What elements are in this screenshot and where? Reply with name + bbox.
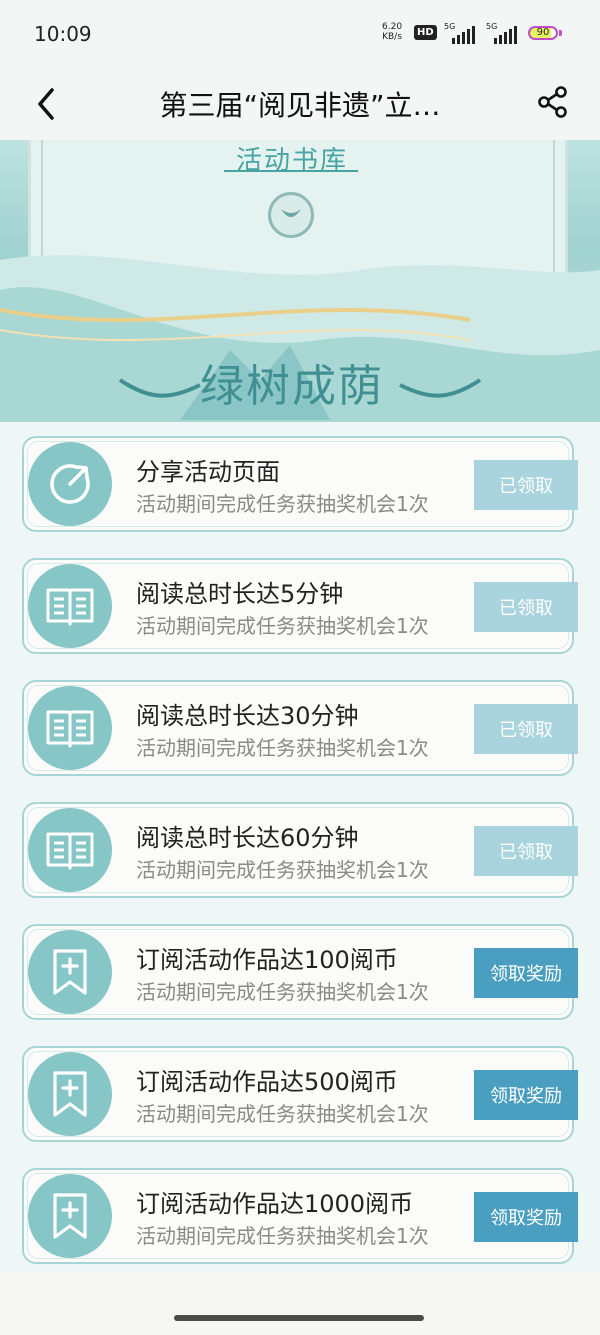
task-description: 活动期间完成任务获抽奖机会1次 [136, 736, 429, 760]
task-title: 阅读总时长达5分钟 [136, 580, 344, 608]
task-title: 订阅活动作品达100阅币 [136, 946, 398, 974]
task-card: 分享活动页面 活动期间完成任务获抽奖机会1次 已领取 [22, 436, 578, 532]
task-description: 活动期间完成任务获抽奖机会1次 [136, 614, 429, 638]
task-title: 阅读总时长达30分钟 [136, 702, 359, 730]
status-bar: 10:09 6.20 KB/s HD 5G 5G 90 [0, 0, 600, 70]
task-icon-circle [28, 930, 112, 1014]
page-title: 第三届“阅见非遗”立… [159, 89, 441, 122]
claim-reward-button[interactable]: 领取奖励 [474, 1192, 578, 1242]
share-button[interactable] [536, 85, 570, 119]
task-list: 分享活动页面 活动期间完成任务获抽奖机会1次 已领取 阅读总时长达5分钟 活动期… [0, 422, 600, 1272]
activity-banner: 活动书库 绿树成荫 [0, 140, 600, 422]
task-description: 活动期间完成任务获抽奖机会1次 [136, 492, 429, 516]
share-icon [538, 86, 567, 118]
signal-icon-1: 5G [444, 22, 478, 44]
book-icon [46, 588, 94, 626]
chevron-down-icon [281, 209, 301, 217]
task-title: 分享活动页面 [136, 458, 280, 486]
task-card: 订阅活动作品达500阅币 活动期间完成任务获抽奖机会1次 领取奖励 [22, 1046, 578, 1142]
task-icon-circle [28, 564, 112, 648]
bottom-decoration [0, 1272, 600, 1335]
task-icon-circle [28, 1174, 112, 1258]
claim-reward-button[interactable]: 领取奖励 [474, 948, 578, 998]
library-underline [224, 170, 358, 172]
task-icon-circle [28, 808, 112, 892]
chevron-left-icon [38, 88, 54, 120]
nav-bar: 第三届“阅见非遗”立… [0, 70, 600, 140]
network-speed: 6.20 KB/s [382, 22, 403, 42]
task-card: 阅读总时长达5分钟 活动期间完成任务获抽奖机会1次 已领取 [22, 558, 578, 654]
task-description: 活动期间完成任务获抽奖机会1次 [136, 858, 429, 882]
claim-reward-button[interactable]: 领取奖励 [474, 1070, 578, 1120]
task-card: 阅读总时长达60分钟 活动期间完成任务获抽奖机会1次 已领取 [22, 802, 578, 898]
task-card: 订阅活动作品达1000阅币 活动期间完成任务获抽奖机会1次 领取奖励 [22, 1168, 578, 1264]
battery-level: 90 [536, 27, 550, 38]
bookmark-plus-icon [53, 949, 87, 995]
expand-button[interactable] [268, 192, 314, 238]
share-arrow-icon [50, 464, 90, 504]
task-title: 订阅活动作品达500阅币 [136, 1068, 398, 1096]
bookmark-plus-icon [53, 1071, 87, 1117]
task-title: 订阅活动作品达1000阅币 [136, 1190, 414, 1218]
hd-badge: HD [414, 25, 437, 40]
claimed-button[interactable]: 已领取 [474, 460, 578, 510]
task-title: 阅读总时长达60分钟 [136, 824, 359, 852]
bookmark-plus-icon [53, 1193, 87, 1239]
task-card: 订阅活动作品达100阅币 活动期间完成任务获抽奖机会1次 领取奖励 [22, 924, 578, 1020]
book-icon [46, 710, 94, 748]
home-indicator[interactable] [174, 1315, 424, 1321]
task-icon-circle [28, 686, 112, 770]
task-card: 阅读总时长达30分钟 活动期间完成任务获抽奖机会1次 已领取 [22, 680, 578, 776]
signal-icon-2: 5G [486, 22, 520, 44]
claimed-button[interactable]: 已领取 [474, 704, 578, 754]
task-description: 活动期间完成任务获抽奖机会1次 [136, 980, 429, 1004]
status-time: 10:09 [34, 22, 92, 46]
battery-icon: 90 [528, 26, 558, 40]
battery-tip [559, 30, 562, 36]
section-title: 绿树成荫 [200, 361, 384, 412]
back-button[interactable] [30, 84, 66, 124]
claimed-button[interactable]: 已领取 [474, 582, 578, 632]
claimed-button[interactable]: 已领取 [474, 826, 578, 876]
task-icon-circle [28, 1052, 112, 1136]
book-icon [46, 832, 94, 870]
task-description: 活动期间完成任务获抽奖机会1次 [136, 1102, 429, 1126]
task-description: 活动期间完成任务获抽奖机会1次 [136, 1224, 429, 1248]
task-icon-circle [28, 442, 112, 526]
